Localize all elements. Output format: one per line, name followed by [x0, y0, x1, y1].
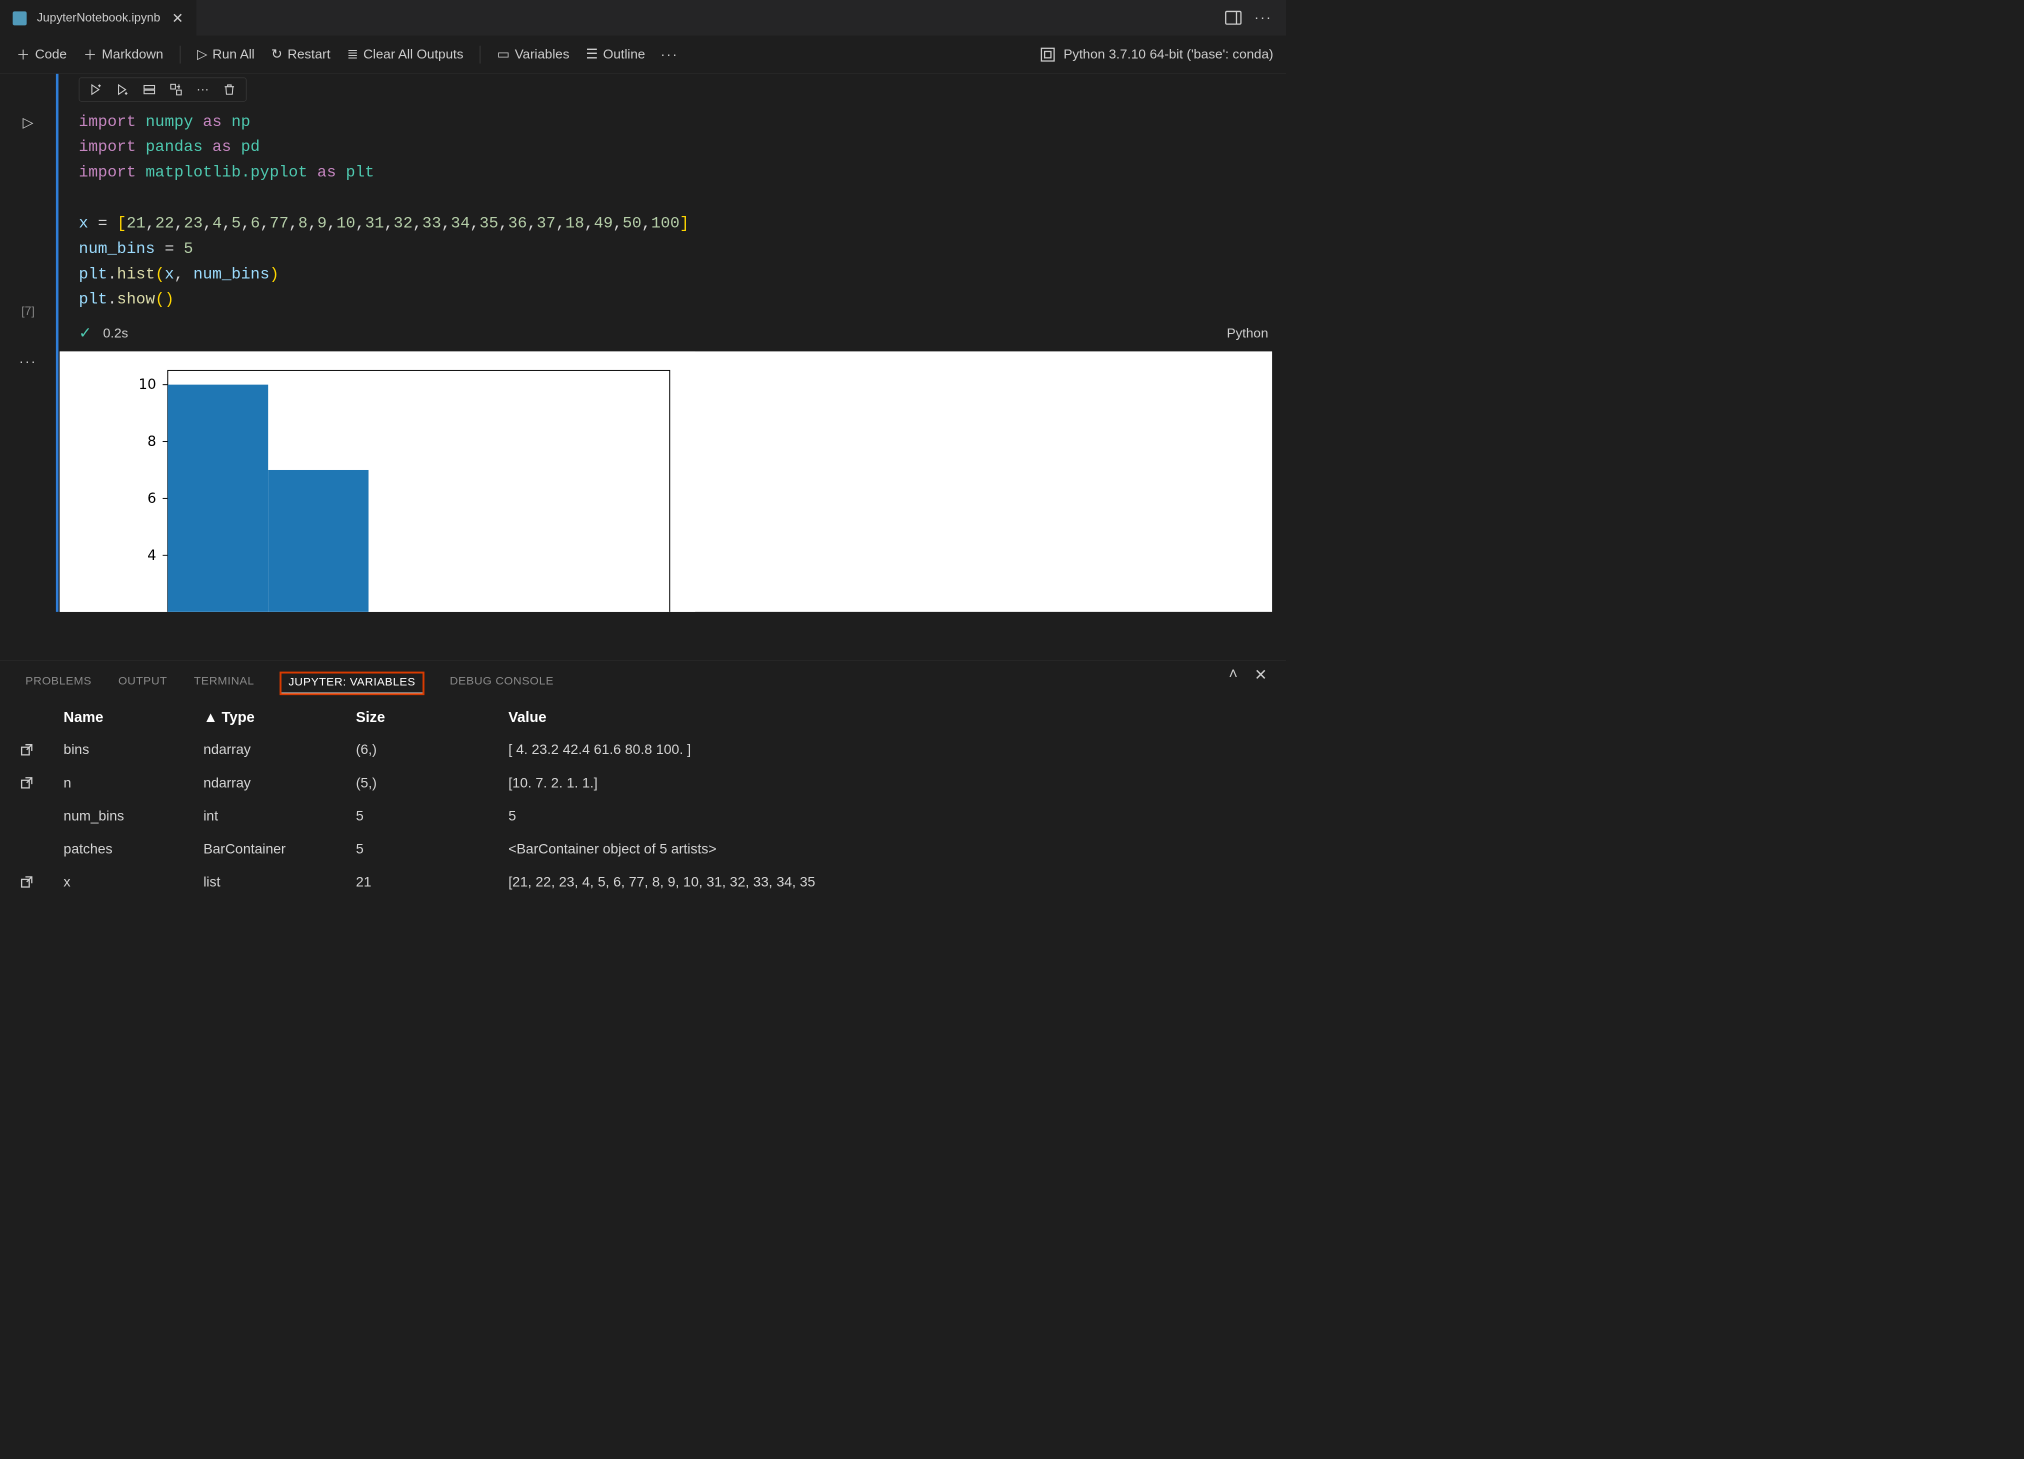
run-all-icon: ▷	[197, 46, 207, 62]
notebook-area: ▷ [7] ··· ··· import numpy as npimport p…	[0, 74, 1286, 660]
panel-tab-output[interactable]: OUTPUT	[118, 674, 167, 694]
add-code-cell-button[interactable]: ＋Code	[13, 42, 71, 66]
output-more-icon[interactable]: ···	[19, 353, 37, 370]
cell-toolbar: ···	[79, 78, 247, 102]
kernel-icon	[1041, 47, 1055, 61]
variables-button[interactable]: ▭Variables	[493, 44, 573, 65]
notebook-toolbar: ＋Code ＋Markdown ▷Run All ↻Restart ≣Clear…	[0, 36, 1286, 74]
run-cell-below-icon[interactable]	[115, 82, 130, 97]
plus-icon: ＋	[17, 45, 30, 64]
outline-icon: ☰	[586, 46, 598, 62]
separator	[180, 45, 181, 63]
clear-outputs-button[interactable]: ≣Clear All Outputs	[343, 44, 467, 65]
panel-tab-problems[interactable]: PROBLEMS	[25, 674, 91, 694]
table-row[interactable]: num_binsint55	[19, 799, 1267, 832]
editor-tab[interactable]: JupyterNotebook.ipynb ✕	[0, 0, 196, 36]
svg-text:10: 10	[139, 377, 157, 393]
execution-count: [7]	[21, 305, 34, 319]
add-markdown-cell-button[interactable]: ＋Markdown	[80, 42, 168, 66]
sort-asc-icon: ▲	[203, 708, 217, 725]
cell-more-icon[interactable]: ···	[195, 82, 210, 97]
svg-text:6: 6	[147, 491, 156, 507]
tab-filename: JupyterNotebook.ipynb	[37, 11, 160, 25]
open-variable-icon[interactable]	[19, 874, 34, 889]
delete-cell-icon[interactable]	[222, 82, 237, 97]
table-header: Name ▲Type Size Value	[19, 700, 1267, 733]
col-name[interactable]: Name	[64, 708, 204, 725]
run-cell-icon[interactable]: ▷	[23, 114, 34, 131]
cell-gutter: ▷ [7] ···	[0, 74, 56, 612]
change-cell-type-icon[interactable]	[168, 82, 183, 97]
outline-button[interactable]: ☰Outline	[582, 44, 649, 65]
check-icon: ✓	[79, 324, 92, 342]
tab-bar: JupyterNotebook.ipynb ✕ ···	[0, 0, 1286, 36]
panel-tab-terminal[interactable]: TERMINAL	[194, 674, 254, 694]
clear-icon: ≣	[347, 46, 358, 62]
close-tab-icon[interactable]: ✕	[172, 10, 184, 27]
table-row[interactable]: binsndarray(6,)[ 4. 23.2 42.4 61.6 80.8 …	[19, 733, 1267, 766]
separator	[480, 45, 481, 63]
histogram-plot: 4 6 8 10	[60, 351, 695, 612]
plus-icon: ＋	[83, 45, 96, 64]
svg-text:4: 4	[147, 548, 156, 564]
col-size[interactable]: Size	[356, 708, 508, 725]
svg-text:8: 8	[147, 434, 156, 450]
notebook-file-icon	[13, 11, 27, 25]
panel-tabs: PROBLEMS OUTPUT TERMINAL JUPYTER: VARIABLES…	[0, 661, 1286, 694]
panel-tab-jupyter-variables[interactable]: JUPYTER: VARIABLES	[281, 673, 423, 694]
restart-button[interactable]: ↻Restart	[267, 44, 334, 65]
table-row[interactable]: patchesBarContainer5<BarContainer object…	[19, 832, 1267, 865]
cell-output: 4 6 8 10	[60, 351, 1272, 612]
code-cell[interactable]: ··· import numpy as npimport pandas as p…	[56, 74, 1286, 612]
panel-close-icon[interactable]: ✕	[1254, 666, 1267, 684]
col-value[interactable]: Value	[508, 708, 1267, 725]
toolbar-more-icon[interactable]: ···	[658, 44, 681, 66]
run-cell-above-icon[interactable]	[88, 82, 103, 97]
split-editor-icon[interactable]	[1225, 11, 1242, 25]
cell-language[interactable]: Python	[1227, 326, 1274, 341]
more-actions-icon[interactable]: ···	[1254, 10, 1272, 27]
bottom-panel: PROBLEMS OUTPUT TERMINAL JUPYTER: VARIABLES…	[0, 660, 1286, 927]
panel-tab-debug-console[interactable]: DEBUG CONSOLE	[450, 674, 554, 694]
table-row[interactable]: nndarray(5,)[10. 7. 2. 1. 1.]	[19, 766, 1267, 799]
exec-time: 0.2s	[103, 326, 128, 341]
restart-icon: ↻	[271, 46, 282, 62]
variables-table: Name ▲Type Size Value binsndarray(6,)[ 4…	[0, 694, 1286, 927]
run-all-button[interactable]: ▷Run All	[193, 44, 258, 65]
open-variable-icon[interactable]	[19, 775, 34, 790]
panel-chevron-up-icon[interactable]: ˄	[1229, 666, 1238, 684]
cell-status: ✓ 0.2s Python	[60, 322, 1286, 352]
code-editor[interactable]: import numpy as npimport pandas as pdimp…	[60, 105, 1286, 321]
open-variable-icon[interactable]	[19, 742, 34, 757]
split-cell-icon[interactable]	[142, 82, 157, 97]
col-type[interactable]: ▲Type	[203, 708, 355, 725]
kernel-selector[interactable]: Python 3.7.10 64-bit ('base': conda)	[1064, 47, 1274, 62]
table-row[interactable]: xlist21[21, 22, 23, 4, 5, 6, 77, 8, 9, 1…	[19, 865, 1267, 898]
variables-icon: ▭	[497, 46, 510, 62]
